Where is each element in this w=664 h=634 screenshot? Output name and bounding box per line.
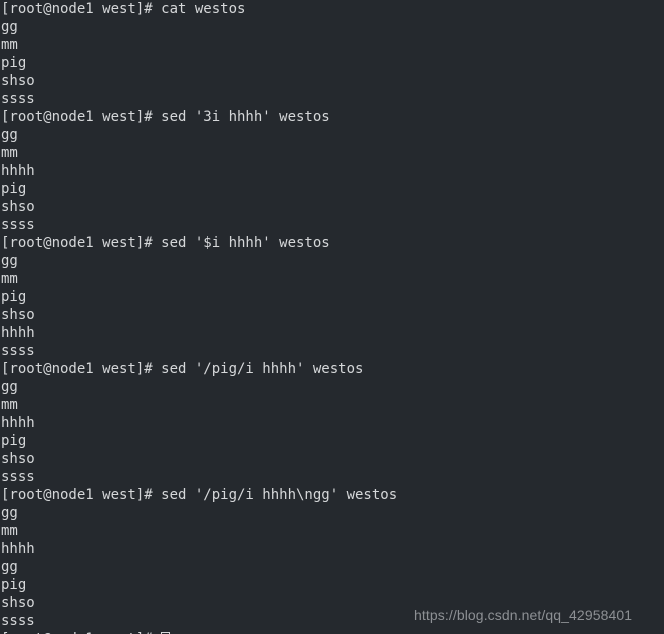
terminal-output-line: hhhh bbox=[1, 415, 35, 431]
terminal-output-line: ssss bbox=[1, 217, 35, 233]
terminal-output-line: gg bbox=[1, 505, 18, 521]
terminal-screen[interactable]: [root@node1 west]# cat westos gg mm pig shso… bbox=[1, 0, 664, 634]
terminal-command-line: [root@node1 west]# sed '/pig/i hhhh' wes… bbox=[1, 361, 364, 377]
terminal-output-line: pig bbox=[1, 577, 27, 593]
terminal-output-line: mm bbox=[1, 523, 18, 539]
terminal-command-line: [root@node1 west]# sed '/pig/i hhhh\ngg'… bbox=[1, 487, 398, 503]
terminal-output-line: shso bbox=[1, 307, 35, 323]
terminal-active-prompt-line[interactable]: [root@node1 west]# bbox=[1, 630, 664, 634]
terminal-output-line: mm bbox=[1, 397, 18, 413]
terminal-output-line: ssss bbox=[1, 91, 35, 107]
terminal-output-line: shso bbox=[1, 73, 35, 89]
terminal-window[interactable]: [root@node1 west]# cat westos gg mm pig shso… bbox=[0, 0, 664, 634]
terminal-command-line: [root@node1 west]# sed '3i hhhh' westos bbox=[1, 109, 330, 125]
terminal-output-line: gg bbox=[1, 253, 18, 269]
terminal-output-line: hhhh bbox=[1, 325, 35, 341]
terminal-output-line: gg bbox=[1, 127, 18, 143]
watermark-text: https://blog.csdn.net/qq_42958401 bbox=[414, 607, 633, 623]
terminal-output-line: gg bbox=[1, 559, 18, 575]
terminal-output-line: shso bbox=[1, 451, 35, 467]
terminal-command-line: [root@node1 west]# sed '$i hhhh' westos bbox=[1, 235, 330, 251]
terminal-output-line: shso bbox=[1, 199, 35, 215]
terminal-output-line: hhhh bbox=[1, 541, 35, 557]
terminal-output-line: mm bbox=[1, 271, 18, 287]
terminal-output-line: mm bbox=[1, 145, 18, 161]
terminal-command-line: [root@node1 west]# cat westos bbox=[1, 1, 246, 17]
terminal-output-line: ssss bbox=[1, 343, 35, 359]
terminal-output-line: pig bbox=[1, 289, 27, 305]
terminal-output-line: pig bbox=[1, 181, 27, 197]
terminal-output-line: pig bbox=[1, 433, 27, 449]
terminal-output-line: mm bbox=[1, 37, 18, 53]
terminal-output-line: ssss bbox=[1, 469, 35, 485]
terminal-output-line: gg bbox=[1, 379, 18, 395]
terminal-output-line: pig bbox=[1, 55, 27, 71]
terminal-output-line: hhhh bbox=[1, 163, 35, 179]
terminal-output-line: gg bbox=[1, 19, 18, 35]
